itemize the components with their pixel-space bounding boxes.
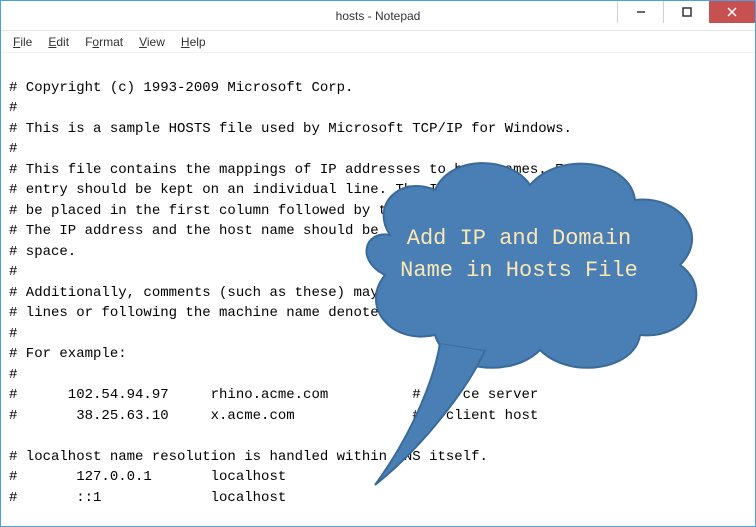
editor-line: # This is a sample HOSTS file used by Mi… — [9, 121, 572, 137]
menu-edit[interactable]: Edit — [42, 33, 75, 51]
menu-help[interactable]: Help — [175, 33, 212, 51]
editor-line: # be placed in the first column followed… — [9, 203, 614, 219]
menu-format[interactable]: Format — [79, 33, 129, 51]
editor-line: # space. — [9, 244, 76, 260]
menubar: File Edit Format View Help — [1, 31, 755, 53]
text-editor-area[interactable]: # Copyright (c) 1993-2009 Microsoft Corp… — [1, 53, 755, 526]
editor-line: # The IP address and the host name shoul… — [9, 223, 597, 239]
minimize-button[interactable] — [617, 1, 663, 23]
window-controls — [617, 1, 755, 23]
editor-line: # entry should be kept on an individual … — [9, 182, 572, 198]
editor-line: # ::1 localhost — [9, 490, 286, 506]
editor-line: # Copyright (c) 1993-2009 Microsoft Corp… — [9, 80, 353, 96]
editor-line: # This file contains the mappings of IP … — [9, 162, 589, 178]
menu-file[interactable]: File — [7, 33, 38, 51]
notepad-window: hosts - Notepad File Edit Format View He… — [0, 0, 756, 527]
editor-line: # — [9, 100, 17, 116]
editor-line: # For example: — [9, 346, 127, 362]
editor-line: # — [9, 367, 17, 383]
editor-line: # localhost name resolution is handled w… — [9, 449, 488, 465]
editor-line: # — [9, 141, 17, 157]
editor-line: # Additionally, comments (such as these)… — [9, 285, 597, 301]
maximize-button[interactable] — [663, 1, 709, 23]
menu-view[interactable]: View — [133, 33, 171, 51]
titlebar[interactable]: hosts - Notepad — [1, 1, 755, 31]
editor-line: # 102.54.94.97 rhino.acme.com # source s… — [9, 387, 538, 403]
editor-line: # 127.0.0.1 localhost — [9, 469, 286, 485]
editor-line: # lines or following the machine name de… — [9, 305, 530, 321]
editor-line: # — [9, 264, 17, 280]
window-title: hosts - Notepad — [336, 9, 421, 23]
editor-line: # — [9, 326, 17, 342]
close-button[interactable] — [709, 1, 755, 23]
editor-line: # 38.25.63.10 x.acme.com # x client host — [9, 408, 538, 424]
